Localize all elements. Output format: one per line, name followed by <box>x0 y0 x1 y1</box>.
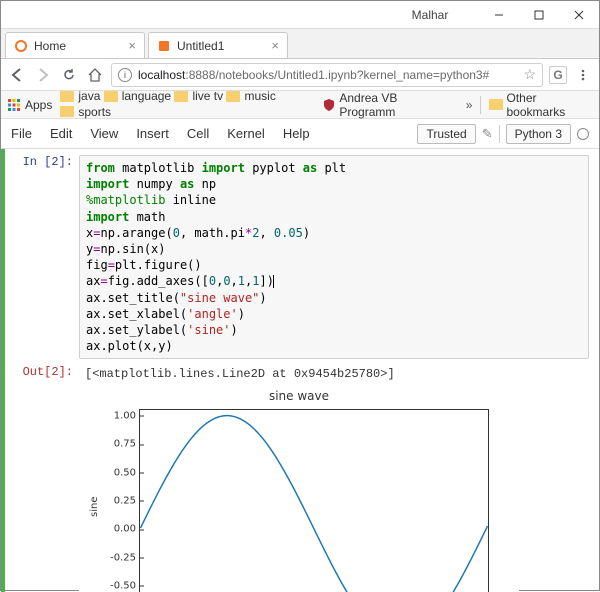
home-button[interactable] <box>85 65 105 85</box>
forward-button[interactable] <box>33 65 53 85</box>
output-text: [<matplotlib.lines.Line2D at 0x9454b2578… <box>79 365 589 383</box>
menu-insert[interactable]: Insert <box>136 126 169 141</box>
code-text[interactable]: from matplotlib import pyplot as plt imp… <box>86 160 582 354</box>
site-info-icon[interactable]: i <box>118 68 132 82</box>
code-editor[interactable]: from matplotlib import pyplot as plt imp… <box>79 155 589 359</box>
bookmark-star-icon[interactable]: ☆ <box>523 66 536 83</box>
trusted-button[interactable]: Trusted <box>417 124 475 144</box>
tab-close-icon[interactable]: × <box>128 38 136 53</box>
bookmark-folder-label: java <box>78 89 100 103</box>
chart-ytick: -0.50 <box>84 580 140 591</box>
tab-title: Untitled1 <box>177 39 265 53</box>
bookmark-folder-language[interactable]: language <box>104 89 171 103</box>
menu-kernel[interactable]: Kernel <box>227 126 265 141</box>
input-cell[interactable]: In [2]: from matplotlib import pyplot as… <box>11 155 589 359</box>
bookmark-folder-label: music <box>244 89 275 103</box>
folder-icon <box>60 91 74 102</box>
folder-icon <box>226 91 240 102</box>
chrome-menu-button[interactable] <box>573 65 593 85</box>
menu-edit[interactable]: Edit <box>50 126 72 141</box>
chart-ytick: 0.25 <box>84 495 140 506</box>
folder-icon <box>60 106 74 117</box>
window-close-button[interactable] <box>559 1 599 29</box>
shield-icon <box>322 98 335 112</box>
jupyter-notebook-icon <box>157 39 171 53</box>
tab-close-icon[interactable]: × <box>271 38 279 53</box>
chart-ytick: 0.50 <box>84 467 140 478</box>
menu-help[interactable]: Help <box>283 126 310 141</box>
chart-ytick: -0.25 <box>84 552 140 563</box>
menu-cell[interactable]: Cell <box>187 126 209 141</box>
browser-tab-untitled[interactable]: Untitled1 × <box>148 32 288 58</box>
search-engine-button[interactable]: G <box>549 66 567 84</box>
chart-plot-area: -1.00-0.75-0.50-0.250.000.250.500.751.00… <box>139 409 489 592</box>
bookmark-folder-label: sports <box>78 105 111 119</box>
bookmark-folder-sports[interactable]: sports <box>60 105 111 119</box>
other-bookmarks-label: Other bookmarks <box>507 91 594 119</box>
back-button[interactable] <box>7 65 27 85</box>
window-titlebar: Malhar <box>1 1 599 29</box>
apps-button[interactable]: Apps <box>7 98 52 112</box>
other-bookmarks-button[interactable]: Other bookmarks <box>489 91 593 119</box>
browser-tab-home[interactable]: Home × <box>5 32 145 58</box>
menu-file[interactable]: File <box>11 126 32 141</box>
window-username: Malhar <box>1 8 479 22</box>
bookmark-folder-live-tv[interactable]: live tv <box>174 89 223 103</box>
chart-ytick: 0.00 <box>84 524 140 535</box>
kernel-name-label[interactable]: Python 3 <box>506 124 571 144</box>
menu-view[interactable]: View <box>90 126 118 141</box>
chart-ytick: 1.00 <box>84 410 140 421</box>
bookmark-folder-label: language <box>122 89 171 103</box>
browser-tabs: Home × Untitled1 × <box>1 29 599 59</box>
bookmarks-overflow-button[interactable]: » <box>466 98 473 112</box>
output-prompt: Out[2]: <box>11 365 79 383</box>
notebook-menubar: File Edit View Insert Cell Kernel Help Trusted… <box>1 119 599 149</box>
folder-icon <box>489 99 502 110</box>
bookmarks-bar: Apps java language live tv music sports … <box>1 91 599 119</box>
notebook-body[interactable]: In [2]: from matplotlib import pyplot as… <box>1 149 599 592</box>
bookmark-folder-music[interactable]: music <box>226 89 275 103</box>
url-host: localhost <box>138 68 185 82</box>
bookmark-folder-label: live tv <box>192 89 223 103</box>
url-path: :8888/notebooks/Untitled1.ipynb?kernel_n… <box>185 68 489 82</box>
jupyter-home-icon <box>14 39 28 53</box>
apps-label: Apps <box>25 98 52 112</box>
bookmark-link-andrea[interactable]: Andrea VB Programm <box>322 91 450 119</box>
window-minimize-button[interactable] <box>479 1 519 29</box>
chart-ytick: 0.75 <box>84 439 140 450</box>
reload-button[interactable] <box>59 65 79 85</box>
kernel-status-icon <box>577 128 589 140</box>
browser-address-bar: i localhost:8888/notebooks/Untitled1.ipy… <box>1 59 599 91</box>
matplotlib-output: sine wave sine -1.00-0.75-0.50-0.250.000… <box>79 387 519 592</box>
output-cell: Out[2]: [<matplotlib.lines.Line2D at 0x9… <box>11 365 589 383</box>
edit-pencil-icon[interactable]: ✎ <box>482 126 493 142</box>
folder-icon <box>104 91 118 102</box>
apps-grid-icon <box>7 98 21 112</box>
input-prompt: In [2]: <box>11 155 79 359</box>
chart-title: sine wave <box>79 387 519 405</box>
bookmark-folder-java[interactable]: java <box>60 89 100 103</box>
chart-line <box>140 410 488 592</box>
omnibox[interactable]: i localhost:8888/notebooks/Untitled1.ipy… <box>111 63 543 87</box>
bookmark-link-label: Andrea VB Programm <box>339 91 449 119</box>
tab-title: Home <box>34 39 122 53</box>
folder-icon <box>174 91 188 102</box>
window-maximize-button[interactable] <box>519 1 559 29</box>
